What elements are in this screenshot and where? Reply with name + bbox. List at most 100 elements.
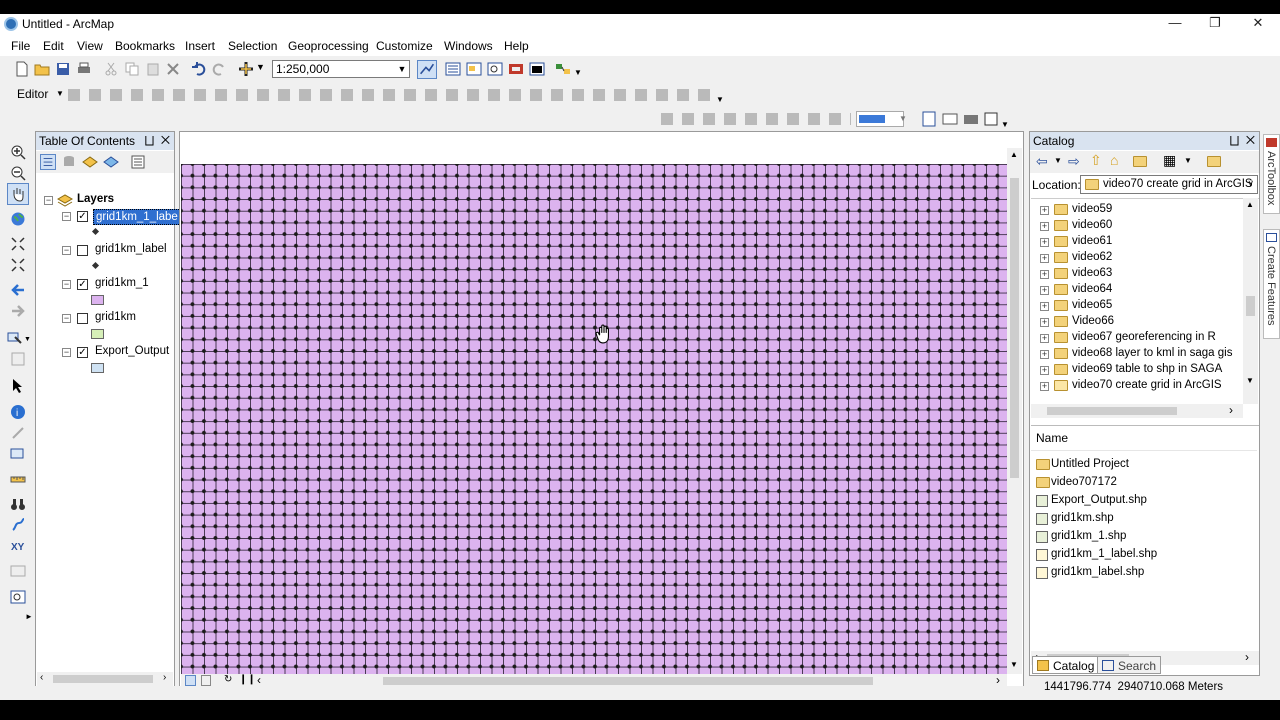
menu-geoprocessing[interactable]: Geoprocessing [288, 39, 369, 53]
save-icon[interactable] [55, 61, 71, 77]
layer-0-collapse-icon[interactable]: − [62, 212, 71, 221]
layout-view-icon[interactable] [201, 675, 211, 686]
layout-zoom-dropdown-icon[interactable]: ▼ [899, 114, 907, 123]
catalog-tab[interactable]: Catalog [1032, 656, 1100, 674]
layer-2-collapse-icon[interactable]: − [62, 280, 71, 289]
menu-windows[interactable]: Windows [444, 39, 493, 53]
arctoolbox-icon[interactable] [508, 61, 524, 77]
layer-3-polygon-symbol[interactable] [91, 329, 104, 339]
toc-horizontal-scrollbar[interactable]: ‹ › [37, 672, 173, 686]
tree-scroll-up-icon[interactable]: ▲ [1246, 200, 1254, 209]
focus-data-frame-icon[interactable] [942, 111, 958, 127]
toolbar-overflow-icon[interactable]: ▼ [574, 68, 582, 77]
toc-scroll-thumb[interactable] [53, 675, 153, 683]
minimize-icon[interactable]: — [1160, 15, 1190, 30]
editor-toolbar-toggle-icon[interactable] [417, 60, 437, 79]
data-driven-pages-icon[interactable] [983, 111, 999, 127]
map-hscroll-thumb[interactable] [383, 677, 873, 685]
table-of-contents-icon[interactable] [445, 61, 461, 77]
redo-icon[interactable] [211, 61, 227, 77]
tree-vscroll-thumb[interactable] [1246, 296, 1255, 316]
pan-tool-button[interactable] [7, 183, 29, 205]
map-scroll-left-icon[interactable]: ‹ [257, 673, 261, 687]
layer-3-visibility-checkbox[interactable] [77, 313, 88, 324]
menu-view[interactable]: View [77, 39, 103, 53]
next-extent-icon[interactable] [10, 303, 26, 319]
python-window-icon[interactable] [529, 61, 545, 77]
search-window-icon[interactable] [487, 61, 503, 77]
pause-drawing-icon[interactable]: ❙❙ [239, 674, 256, 685]
menu-selection[interactable]: Selection [228, 39, 277, 53]
close-icon[interactable]: ✕ [1243, 15, 1273, 31]
create-features-side-tab[interactable]: Create Features [1263, 229, 1280, 339]
menu-edit[interactable]: Edit [43, 39, 64, 53]
view-dropdown-icon[interactable]: ▼ [1184, 156, 1192, 165]
undo-icon[interactable] [191, 61, 207, 77]
list-by-selection-icon[interactable] [103, 154, 119, 170]
layout-overflow-icon[interactable]: ▼ [1001, 120, 1009, 129]
full-extent-globe-icon[interactable] [10, 211, 26, 227]
editor-menu-button[interactable]: Editor [17, 87, 48, 101]
scroll-right-icon[interactable]: › [163, 672, 166, 683]
find-route-icon[interactable] [10, 517, 26, 533]
pin-icon[interactable]: ⨆ [145, 133, 155, 147]
location-dropdown-icon[interactable]: ∨ [1247, 178, 1254, 189]
time-slider-icon[interactable] [10, 563, 26, 579]
map-vertical-scrollbar[interactable]: ▲ ▼ [1007, 148, 1022, 674]
zoom-out-icon[interactable] [10, 165, 26, 181]
location-combobox[interactable]: video70 create grid in ArcGIS ∨ [1080, 175, 1258, 194]
search-tab[interactable]: Search [1097, 656, 1162, 674]
refresh-view-icon[interactable]: ↻ [224, 674, 232, 685]
delete-icon[interactable] [165, 61, 181, 77]
tools-overflow-icon[interactable]: ► [25, 612, 33, 621]
menu-help[interactable]: Help [504, 39, 529, 53]
back-arrow-icon[interactable]: ⇦ [1036, 153, 1048, 170]
map-grid-layer[interactable] [181, 164, 1007, 674]
tree-hscroll-thumb[interactable] [1047, 407, 1177, 415]
layer-0-name[interactable]: grid1km_1_labe [93, 209, 181, 225]
select-elements-icon[interactable] [10, 378, 26, 394]
layer-4-name[interactable]: Export_Output [95, 345, 169, 357]
connect-folder-icon[interactable] [1133, 156, 1147, 167]
zoom-in-icon[interactable] [10, 144, 26, 160]
up-one-level-icon[interactable]: ⇧ [1090, 152, 1102, 169]
toc-options-icon[interactable] [130, 154, 146, 170]
paste-icon[interactable] [145, 61, 161, 77]
measure-icon[interactable] [10, 471, 26, 487]
map-scroll-up-icon[interactable]: ▲ [1010, 150, 1018, 159]
chevron-down-icon[interactable]: ▼ [395, 61, 409, 77]
tree-scroll-right-icon[interactable]: › [1229, 403, 1233, 417]
data-view-icon[interactable] [185, 675, 196, 686]
layer-2-visibility-checkbox[interactable]: ✓ [77, 279, 88, 290]
clear-selection-icon[interactable] [10, 351, 26, 367]
tree-horizontal-scrollbar[interactable]: › [1031, 403, 1243, 418]
layer-0-visibility-checkbox[interactable]: ✓ [77, 211, 88, 222]
layer-4-collapse-icon[interactable]: − [62, 348, 71, 357]
map-scale-combobox[interactable]: 1:250,000 ▼ [272, 60, 410, 78]
identify-icon[interactable]: i [10, 404, 26, 420]
new-folder-icon[interactable] [1207, 156, 1221, 167]
layer-3-name[interactable]: grid1km [95, 311, 136, 323]
copy-icon[interactable] [124, 61, 140, 77]
layers-collapse-icon[interactable]: − [44, 196, 53, 205]
layer-2-polygon-symbol[interactable] [91, 295, 104, 305]
cut-icon[interactable] [103, 61, 119, 77]
hyperlink-icon[interactable] [10, 425, 26, 441]
create-viewer-window-icon[interactable] [10, 589, 26, 605]
map-vscroll-thumb[interactable] [1010, 178, 1019, 478]
change-layout-icon[interactable] [963, 111, 979, 127]
open-folder-icon[interactable] [34, 61, 50, 77]
layer-0-point-symbol[interactable] [91, 227, 100, 236]
layer-1-point-symbol[interactable] [91, 261, 100, 270]
layer-4-polygon-symbol[interactable] [91, 363, 104, 373]
print-icon[interactable] [76, 61, 92, 77]
menu-insert[interactable]: Insert [185, 39, 215, 53]
html-popup-icon[interactable] [10, 446, 26, 462]
arctoolbox-side-tab[interactable]: ArcToolbox [1263, 134, 1280, 214]
list-by-drawing-order-icon[interactable] [40, 154, 56, 170]
fixed-zoom-out-icon[interactable] [10, 257, 26, 273]
view-grid-icon[interactable]: ▦ [1163, 152, 1176, 169]
layer-4-visibility-checkbox[interactable]: ✓ [77, 347, 88, 358]
select-features-icon[interactable] [7, 330, 23, 346]
tree-scroll-down-icon[interactable]: ▼ [1246, 376, 1254, 385]
